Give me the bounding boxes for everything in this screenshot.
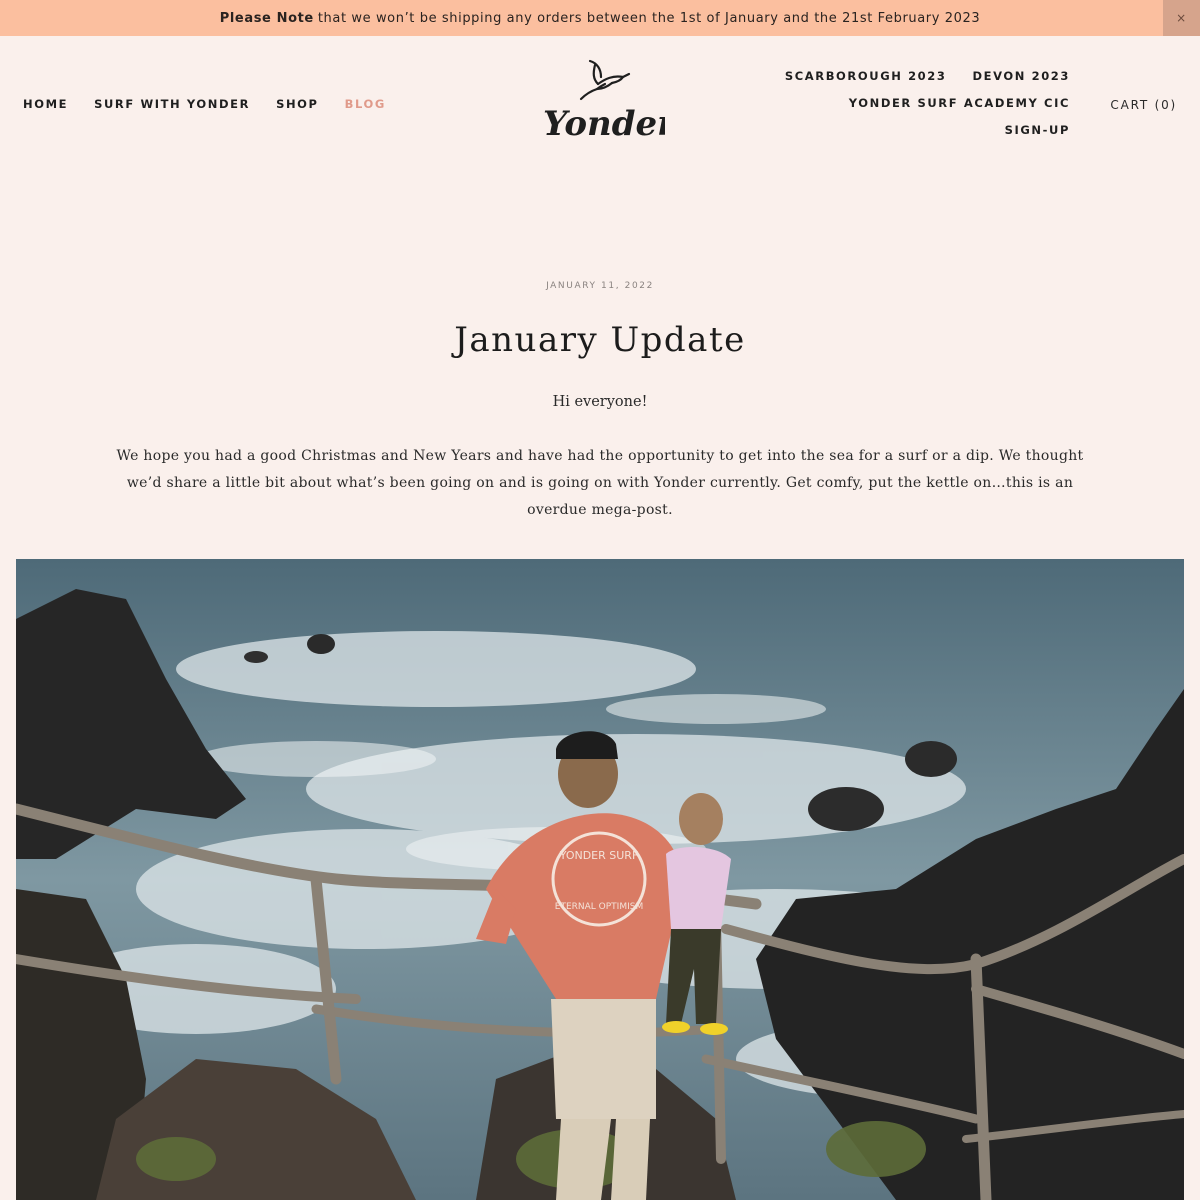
nav-shop[interactable]: SHOP: [276, 97, 319, 111]
logo-wordmark: Yonder: [543, 104, 665, 144]
site-logo[interactable]: Yonder: [535, 55, 677, 155]
article-date: JANUARY 11, 2022: [546, 281, 654, 291]
announcement-bar: Please Note that we won’t be shipping an…: [0, 0, 1200, 36]
shirt-text-bottom: ETERNAL OPTIMISM: [555, 902, 643, 912]
nav-devon-2023[interactable]: DEVON 2023: [972, 69, 1070, 83]
announcement-bold: Please Note: [219, 10, 314, 26]
seabird-logo-icon: Yonder: [543, 59, 677, 144]
article-intro: We hope you had a good Christmas and New…: [116, 448, 1084, 518]
nav-sign-up[interactable]: SIGN-UP: [1005, 123, 1070, 137]
cart-link[interactable]: CART (0): [1110, 98, 1177, 112]
main-nav-left: HOME SURF WITH YONDER SHOP BLOG: [23, 97, 386, 111]
article-title: January Update: [454, 320, 746, 360]
nav-yonder-surf-academy[interactable]: YONDER SURF ACADEMY CIC: [849, 96, 1070, 110]
nav-scarborough-2023[interactable]: SCARBOROUGH 2023: [785, 69, 947, 83]
main-nav-right: SCARBOROUGH 2023 DEVON 2023 YONDER SURF …: [785, 69, 1070, 137]
announcement-text: that we won’t be shipping any orders bet…: [317, 10, 981, 26]
shirt-text-top: YONDER SURF: [559, 849, 639, 862]
article-greeting: Hi everyone!: [552, 394, 648, 410]
nav-blog[interactable]: BLOG: [345, 97, 386, 111]
nav-surf-with-yonder[interactable]: SURF WITH YONDER: [94, 97, 250, 111]
hero-image: YONDER SURF ETERNAL OPTIMISM: [16, 559, 1184, 1200]
close-icon[interactable]: ×: [1163, 0, 1200, 36]
nav-home[interactable]: HOME: [23, 97, 68, 111]
